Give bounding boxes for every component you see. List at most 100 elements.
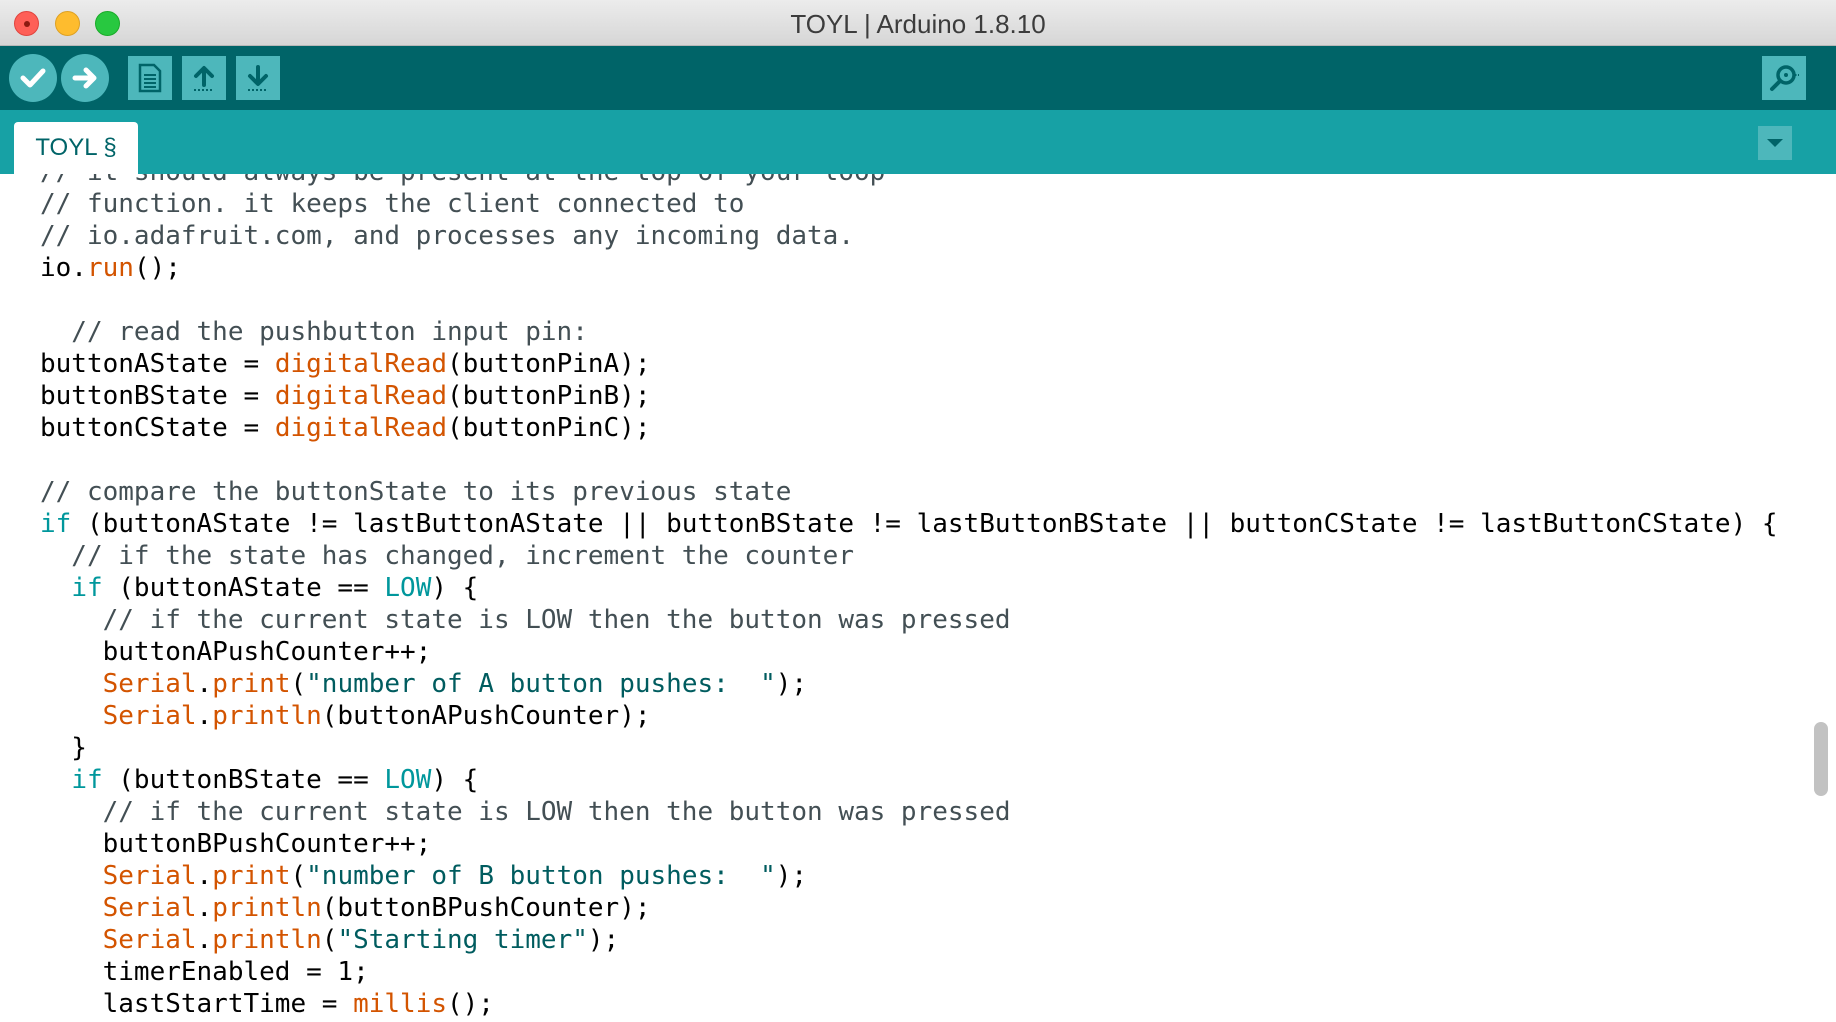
code-token: (buttonPinB); [447,381,651,411]
title-bar: TOYL | Arduino 1.8.10 [0,0,1836,46]
code-token: // compare the buttonState to its previo… [40,477,792,507]
code-token: digitalRead [274,349,447,379]
code-line[interactable]: if (buttonBState == LOW) { [40,764,1778,796]
code-token: buttonBState = [40,381,275,411]
code-token: Serial [102,669,197,699]
scrollbar-thumb[interactable] [1814,722,1828,796]
code-text[interactable]: // it should always be present at the to… [40,174,1778,1020]
check-icon [20,68,46,88]
code-line[interactable] [40,284,1778,316]
code-line[interactable]: // if the current state is LOW then the … [40,796,1778,828]
code-token: ); [775,669,808,699]
code-token: println [212,701,322,731]
code-token: println [212,925,322,955]
code-token: (); [447,989,494,1019]
code-line[interactable]: Serial.println(buttonAPushCounter); [40,700,1778,732]
code-line[interactable]: // io.adafruit.com, and processes any in… [40,220,1778,252]
code-token: digitalRead [274,381,447,411]
code-token: // if the current state is LOW then the … [40,797,1011,827]
code-token: // if the state has changed, increment t… [40,541,854,571]
code-token: // if the current state is LOW then the … [40,605,1011,635]
code-token: ( [290,669,307,699]
code-line[interactable]: if (buttonAState == LOW) { [40,572,1778,604]
code-line[interactable]: // if the current state is LOW then the … [40,604,1778,636]
code-token: Serial [102,861,197,891]
code-token: millis [353,989,447,1019]
code-line[interactable]: buttonCState = digitalRead(buttonPinC); [40,412,1778,444]
code-line[interactable]: Serial.println(buttonBPushCounter); [40,892,1778,924]
code-line[interactable]: // if the state has changed, increment t… [40,540,1778,572]
code-line[interactable]: buttonAState = digitalRead(buttonPinA); [40,348,1778,380]
open-sketch-button[interactable] [182,56,226,100]
code-line[interactable]: Serial.print("number of A button pushes:… [40,668,1778,700]
code-line[interactable]: if (buttonAState != lastButtonAState || … [40,508,1778,540]
code-token: digitalRead [274,413,447,443]
code-token: (buttonAState == [102,573,385,603]
code-token: ) { [431,765,479,795]
code-token: "number of B button pushes: " [306,861,776,891]
code-token: buttonAState = [40,349,275,379]
code-token: lastStartTime = [40,989,354,1019]
code-token: (buttonAState != lastButtonAState || but… [71,509,1778,539]
code-token: print [212,669,291,699]
arrow-down-icon [248,65,268,91]
code-token: buttonCState = [40,413,275,443]
code-line[interactable]: lastStartTime = millis(); [40,988,1778,1020]
code-token: . [196,925,213,955]
arrow-right-icon [72,67,97,89]
new-sketch-button[interactable] [128,56,172,100]
code-line[interactable]: // read the pushbutton input pin: [40,316,1778,348]
chevron-down-icon [1767,139,1783,147]
code-token: } [40,733,87,763]
code-line[interactable] [40,444,1778,476]
code-line[interactable]: buttonAPushCounter++; [40,636,1778,668]
code-token: if [71,573,103,603]
code-token: (buttonAPushCounter); [321,701,651,731]
new-file-icon [138,63,162,93]
tab-toyl[interactable]: TOYL § [14,122,138,174]
code-line[interactable]: Serial.print("number of B button pushes:… [40,860,1778,892]
code-token: // function. it keeps the client connect… [40,189,745,219]
code-token: if [71,765,103,795]
verify-button[interactable] [9,54,57,102]
code-line[interactable]: io.run(); [40,252,1778,284]
code-token: buttonAPushCounter++; [40,637,432,667]
code-editor[interactable]: // it should always be present at the to… [0,174,1836,1022]
code-token: Serial [102,925,197,955]
window-title: TOYL | Arduino 1.8.10 [790,9,1046,39]
upload-button[interactable] [61,54,109,102]
code-line[interactable]: timerEnabled = 1; [40,956,1778,988]
code-line[interactable]: // compare the buttonState to its previo… [40,476,1778,508]
code-line[interactable]: buttonBPushCounter++; [40,828,1778,860]
code-token: ); [587,925,620,955]
code-token: (buttonBPushCounter); [321,893,651,923]
code-token: run [86,253,134,283]
save-sketch-button[interactable] [236,56,280,100]
code-line[interactable]: buttonBState = digitalRead(buttonPinB); [40,380,1778,412]
code-line[interactable]: Serial.println("Starting timer"); [40,924,1778,956]
code-line[interactable]: } [40,732,1778,764]
code-token: . [196,893,213,923]
arrow-up-icon [194,66,214,91]
code-token: "number of A button pushes: " [306,669,776,699]
code-token: (buttonPinA); [447,349,651,379]
code-token: LOW [384,573,432,603]
code-token: // read the pushbutton input pin: [40,317,588,347]
code-token: (buttonBState == [102,765,385,795]
code-token: LOW [384,765,432,795]
code-token: . [196,669,213,699]
tab-bar: TOYL § [0,110,1836,174]
code-token: "Starting timer" [337,925,588,955]
code-token: . [196,701,213,731]
serial-monitor-button[interactable] [1762,56,1806,100]
code-line[interactable]: // function. it keeps the client connect… [40,188,1778,220]
tab-menu-button[interactable] [1758,126,1792,160]
code-line[interactable]: // it should always be present at the to… [40,174,1778,188]
code-token: io. [40,253,87,283]
